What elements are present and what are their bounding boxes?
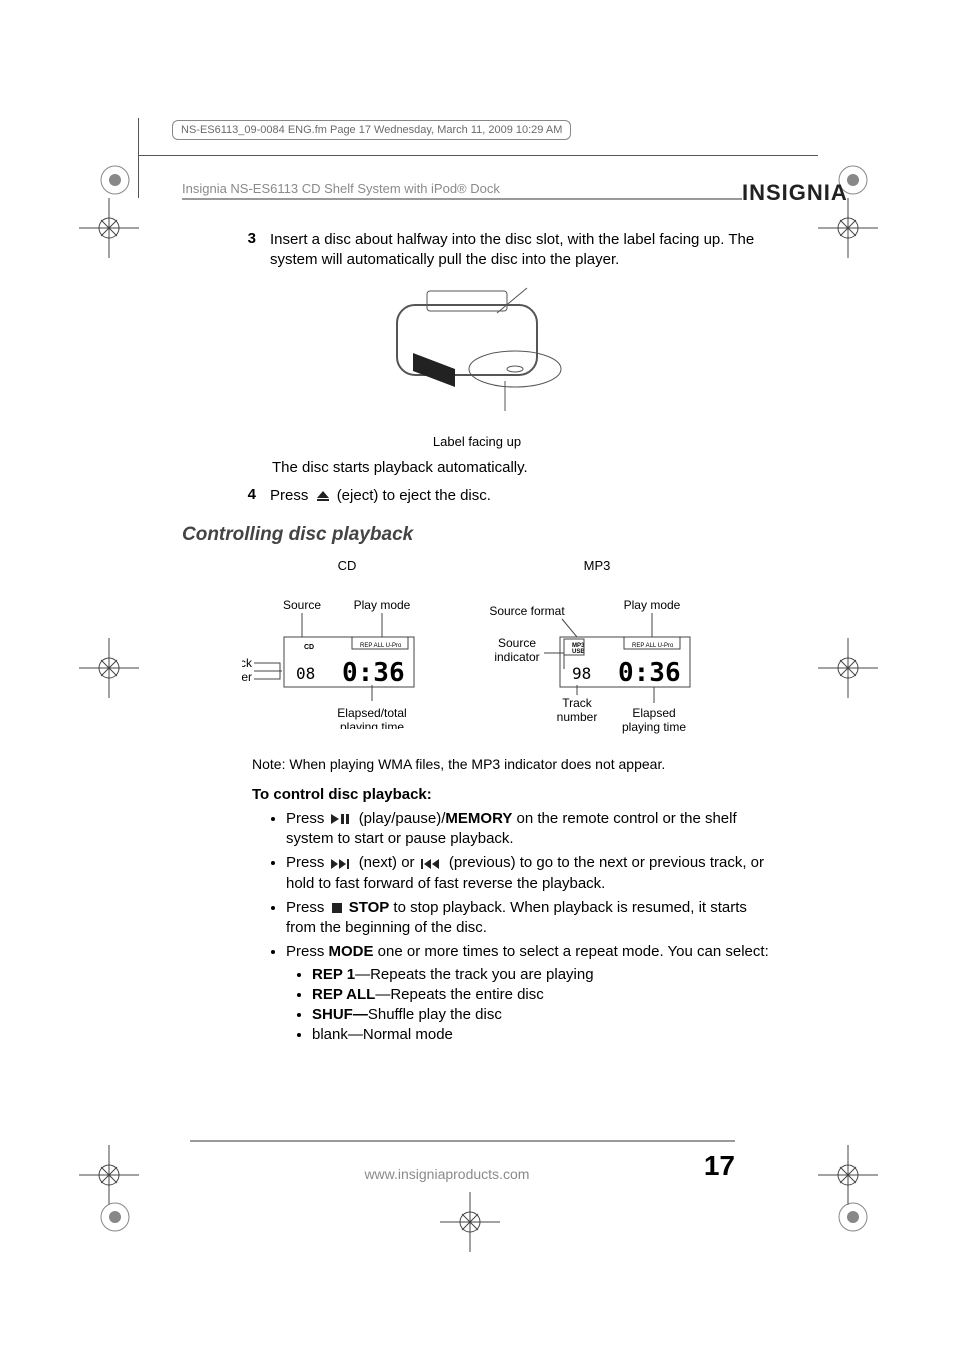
play-pause-icon	[331, 813, 353, 825]
control-subheading: To control disc playback:	[252, 786, 772, 803]
step-number: 4	[242, 486, 256, 506]
svg-text:Source format: Source format	[489, 604, 565, 618]
step-text: Press (eject) to eject the disc.	[270, 486, 772, 506]
list-item: REP 1—Repeats the track you are playing	[312, 965, 772, 985]
mode-sublist: REP 1—Repeats the track you are playing …	[312, 965, 772, 1046]
corner-rule-v	[138, 118, 139, 198]
svg-text:number: number	[557, 710, 598, 724]
svg-text:USB: USB	[572, 649, 585, 655]
svg-text:playing time: playing time	[622, 720, 686, 734]
svg-text:0:36: 0:36	[342, 658, 405, 688]
header-rule	[182, 198, 742, 200]
page-number: 17	[704, 1150, 735, 1182]
footer-url: www.insigniaproducts.com	[190, 1166, 704, 1182]
page-content: NS-ES6113_09-0084 ENG.fm Page 17 Wednesd…	[142, 120, 812, 1050]
illustration-caption: Label facing up	[182, 434, 772, 449]
crop-mark	[79, 638, 139, 698]
svg-text:Source: Source	[283, 598, 321, 612]
svg-text:Source: Source	[498, 636, 536, 650]
svg-text:indicator: indicator	[494, 650, 539, 664]
svg-text:CD: CD	[304, 644, 314, 651]
cd-diagram-title: CD	[242, 558, 452, 573]
list-item: REP ALL—Repeats the entire disc	[312, 985, 772, 1005]
crop-mark	[440, 1192, 500, 1252]
section-heading: Controlling disc playback	[182, 524, 772, 546]
registration-mark	[95, 1192, 145, 1242]
svg-text:playing time: playing time	[340, 720, 404, 729]
crop-mark	[818, 198, 878, 258]
step-text: Insert a disc about halfway into the dis…	[270, 230, 772, 271]
svg-text:Track: Track	[242, 656, 253, 670]
registration-mark	[828, 1192, 878, 1242]
previous-icon	[421, 859, 443, 869]
brand-logo: INSIGNIA	[742, 180, 848, 206]
svg-text:0:36: 0:36	[618, 658, 681, 688]
list-item: blank—Normal mode	[312, 1025, 772, 1045]
step-number: 3	[242, 230, 256, 271]
mp3-diagram: MP3 Source format Play mode Source indic…	[482, 558, 712, 742]
svg-text:Elapsed/total: Elapsed/total	[337, 706, 406, 720]
display-diagrams: CD Source Play mode Track number Elapsed…	[182, 558, 772, 742]
file-header-line: NS-ES6113_09-0084 ENG.fm Page 17 Wednesd…	[172, 120, 571, 140]
crop-mark	[79, 198, 139, 258]
list-item: Press (play/pause)/MEMORY on the remote …	[286, 809, 772, 850]
list-item: Press STOP to stop playback. When playba…	[286, 898, 772, 939]
svg-text:REP ALL U-Pro: REP ALL U-Pro	[632, 643, 674, 649]
svg-text:08: 08	[296, 664, 315, 683]
svg-text:REP ALL U-Pro: REP ALL U-Pro	[360, 643, 402, 649]
stop-icon	[331, 902, 343, 914]
list-item: SHUF—Shuffle play the disc	[312, 1005, 772, 1025]
svg-text:Play mode: Play mode	[624, 598, 681, 612]
svg-text:Play mode: Play mode	[354, 598, 411, 612]
cd-diagram: CD Source Play mode Track number Elapsed…	[242, 558, 452, 742]
list-item: Press (next) or (previous) to go to the …	[286, 853, 772, 894]
product-title: Insignia NS-ES6113 CD Shelf System with …	[182, 181, 500, 196]
mp3-diagram-title: MP3	[482, 558, 712, 573]
eject-icon	[315, 490, 331, 502]
auto-playback-text: The disc starts playback automatically.	[272, 459, 772, 476]
svg-text:number: number	[242, 670, 252, 684]
list-item: Press MODE one or more times to select a…	[286, 942, 772, 1045]
disc-insert-illustration: Label facing up	[182, 283, 772, 449]
svg-text:98: 98	[572, 664, 591, 683]
wma-note: Note: When playing WMA files, the MP3 in…	[252, 756, 772, 772]
crop-mark	[818, 638, 878, 698]
svg-text:Elapsed: Elapsed	[632, 706, 675, 720]
control-bullet-list: Press (play/pause)/MEMORY on the remote …	[286, 809, 772, 1046]
page-footer: www.insigniaproducts.com 17	[190, 1140, 735, 1182]
step-4: 4 Press (eject) to eject the disc.	[182, 486, 772, 506]
next-icon	[331, 859, 353, 869]
svg-text:Track: Track	[562, 696, 593, 710]
step-3: 3 Insert a disc about halfway into the d…	[182, 230, 772, 271]
